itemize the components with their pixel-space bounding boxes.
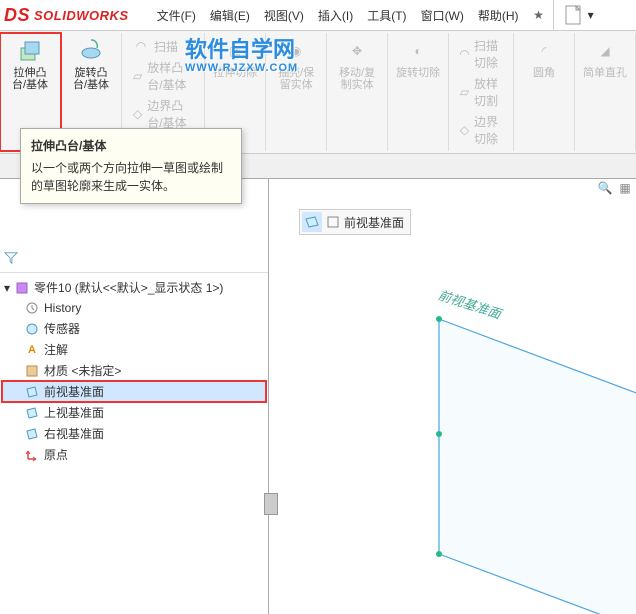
revolve-cut-icon: ◐ [404,37,432,65]
menu-help[interactable]: 帮助(H) [472,3,525,28]
tooltip-body: 以一个或两个方向拉伸一草图或绘制的草图轮廓来生成一实体。 [31,159,231,195]
move-group: ✥ 移动/复制实体 [327,33,388,151]
tree-annotations[interactable]: A 注解 [2,339,266,360]
boundary-cut-icon: ◇ [459,121,470,139]
boundary-cut-button[interactable]: ◇边界切除 [455,111,507,149]
viewport-controls: 🔍 ▦ [596,179,634,197]
revolve-boss-button[interactable]: 旋转凸台/基体 [67,35,115,93]
plane-tag-icon [302,212,322,232]
loft-icon: ▱ [132,67,143,85]
star-icon[interactable]: ★ [531,7,547,23]
fillet-group: ◜ 圆角 [514,33,575,151]
watermark-title: 软件自学网 [185,32,298,64]
sweep-cut-button[interactable]: ◠扫描切除 [455,35,507,73]
new-doc-button[interactable]: ▾ [553,0,604,30]
revolve-icon [77,37,105,65]
watermark-sub: WWW.RJZXW.COM [185,62,298,74]
root-label: 零件10 (默认<<默认>_显示状态 1>) [34,279,223,296]
material-icon [24,363,40,379]
tree-plane-top[interactable]: 上视基准面 [2,402,266,423]
dropdown-icon: ▾ [588,8,594,22]
sidebar-resizer[interactable] [264,493,278,515]
move-icon: ✥ [343,37,371,65]
funnel-icon [4,251,18,265]
menubar: DS SOLIDWORKS 文件(F) 编辑(E) 视图(V) 插入(I) 工具… [0,0,636,31]
feature-manager: ▾ 零件10 (默认<<默认>_显示状态 1>) History 传感器 A 注… [0,179,269,614]
chamfer-button[interactable]: ◢ 简单直孔 [581,35,629,81]
plane-tag-label: 前视基准面 [344,214,404,231]
tree-root[interactable]: ▾ 零件10 (默认<<默认>_显示状态 1>) [2,277,266,298]
revolve-cut-button[interactable]: ◐ 旋转切除 [394,35,442,81]
fillet-icon: ◜ [530,37,558,65]
menu-edit[interactable]: 编辑(E) [204,3,256,28]
menu-file[interactable]: 文件(F) [151,3,202,28]
main-area: ▾ 零件10 (默认<<默认>_显示状态 1>) History 传感器 A 注… [0,179,636,614]
extrude-boss-button[interactable]: 拉伸凸台/基体 [6,35,54,93]
tooltip: 拉伸凸台/基体 以一个或两个方向拉伸一草图或绘制的草图轮廓来生成一实体。 [20,128,242,204]
filter-bar[interactable] [0,247,268,273]
origin-icon [24,447,40,463]
plane-tag-icon2 [326,215,340,229]
document-icon [564,4,584,26]
cut-rows-group: ◠扫描切除 ▱放样切割 ◇边界切除 [449,33,514,151]
logo-icon: DS [4,5,30,26]
plane-wireframe [419,274,636,614]
menu-window[interactable]: 窗口(W) [415,3,470,28]
plane-tag[interactable]: 前视基准面 [299,209,411,235]
view-normal-icon[interactable]: ▦ [616,179,634,197]
feature-tree: ▾ 零件10 (默认<<默认>_显示状态 1>) History 传感器 A 注… [0,273,268,469]
move-copy-button[interactable]: ✥ 移动/复制实体 [333,35,381,93]
tree-history[interactable]: History [2,298,266,318]
tree-plane-right[interactable]: 右视基准面 [2,423,266,444]
extrude-label: 拉伸凸台/基体 [8,67,52,91]
menu-tools[interactable]: 工具(T) [361,3,412,28]
expand-icon[interactable]: ▾ [4,281,10,295]
revolve-cut-group: ◐ 旋转切除 [388,33,449,151]
loft-cut-icon: ▱ [459,83,470,101]
boundary-icon: ◇ [132,105,143,123]
chamfer-icon: ◢ [591,37,619,65]
plane-icon [24,384,40,400]
tree-material[interactable]: 材质 <未指定> [2,360,266,381]
plane-icon [24,426,40,442]
tooltip-title: 拉伸凸台/基体 [31,137,231,155]
app-logo: DS SOLIDWORKS [4,5,129,26]
menu-view[interactable]: 视图(V) [258,3,310,28]
watermark: 软件自学网 WWW.RJZXW.COM [185,32,298,74]
part-icon [14,280,30,296]
sweep-cut-icon: ◠ [459,45,470,63]
logo-text: SOLIDWORKS [34,8,129,23]
zoom-fit-icon[interactable]: 🔍 [596,179,614,197]
menu-insert[interactable]: 插入(I) [312,3,359,28]
fillet-button[interactable]: ◜ 圆角 [520,35,568,81]
revolve-label: 旋转凸台/基体 [69,67,113,91]
chamfer-group: ◢ 简单直孔 [575,33,636,151]
tree-plane-front[interactable]: 前视基准面 [2,381,266,402]
history-icon [24,300,40,316]
graphics-viewport[interactable]: 🔍 ▦ 前视基准面 前视基准面 [269,179,636,614]
plane-icon [24,405,40,421]
loft-cut-button[interactable]: ▱放样切割 [455,73,507,111]
sensor-icon [24,321,40,337]
tree-origin[interactable]: 原点 [2,444,266,465]
sweep-icon: ◠ [132,37,150,55]
tree-sensors[interactable]: 传感器 [2,318,266,339]
annotation-icon: A [24,342,40,358]
extrude-icon [16,37,44,65]
